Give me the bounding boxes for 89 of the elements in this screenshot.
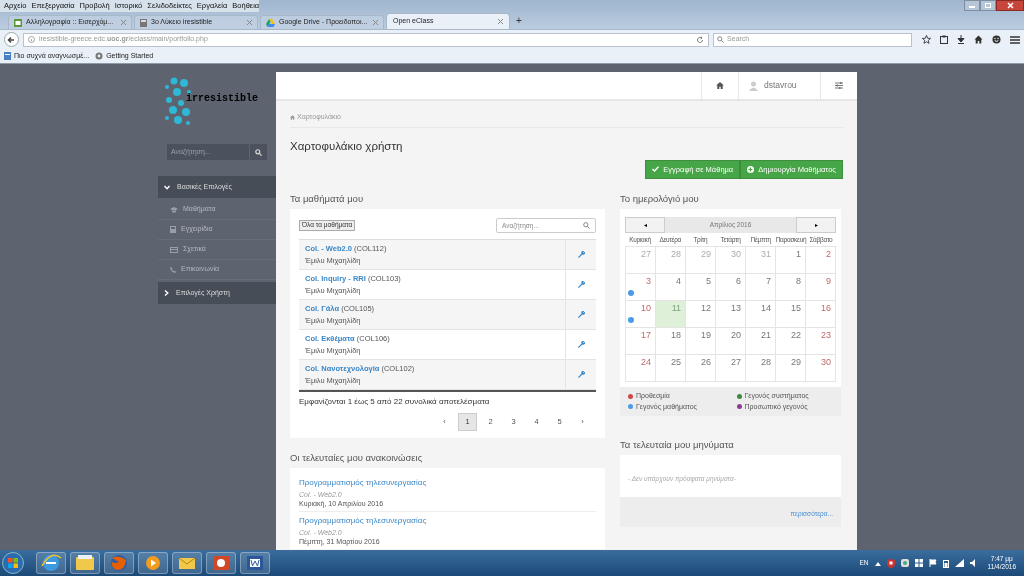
page-icon: [140, 18, 147, 27]
calendar-day[interactable]: 21: [761, 331, 771, 341]
windows-icon[interactable]: [914, 559, 923, 567]
wrench-icon[interactable]: [577, 341, 585, 348]
page-icon: [4, 52, 11, 60]
check-icon: [652, 166, 660, 173]
search-button[interactable]: [249, 144, 267, 160]
reload-icon[interactable]: [696, 35, 705, 44]
chevron-right-icon: [164, 290, 169, 296]
maximize-icon[interactable]: [980, 0, 996, 11]
calendar-day[interactable]: 23: [821, 331, 831, 341]
calendar-day[interactable]: 17: [641, 331, 651, 341]
section-heading: Τα μαθήματά μου: [290, 191, 365, 206]
calendar-day[interactable]: 11: [671, 304, 681, 314]
smiley-icon[interactable]: [992, 35, 1001, 44]
results-summary: Εμφανίζονται 1 έως 5 από 22 συνολικά αποτελέσματα: [299, 396, 491, 408]
logo-text: irresistible: [186, 91, 258, 106]
gear-icon: [95, 52, 104, 60]
flag-icon[interactable]: [928, 559, 937, 567]
calendar-day[interactable]: 26: [701, 358, 711, 368]
announcement-link[interactable]: Προγραμματισμός τηλεσυνεργασίας: [299, 515, 596, 528]
chevron-down-icon: [164, 184, 170, 190]
home-icon[interactable]: [974, 35, 983, 44]
calendar-day[interactable]: 27: [731, 358, 741, 368]
calendar-day[interactable]: 2: [826, 250, 831, 260]
calendar-day[interactable]: 18: [671, 331, 681, 341]
calendar-day[interactable]: 1: [796, 250, 801, 260]
calendar-day[interactable]: 28: [761, 358, 771, 368]
plus-circle-icon: [747, 165, 755, 173]
calendar-day[interactable]: 30: [821, 358, 831, 368]
card-icon: [170, 246, 178, 253]
speaker-icon[interactable]: [969, 559, 978, 567]
calendar-day[interactable]: 13: [731, 304, 741, 314]
calendar-day[interactable]: 29: [791, 358, 801, 368]
book-icon: [170, 226, 176, 233]
back-arrow-icon: [7, 35, 16, 44]
section-heading: Το ημερολόγιό μου: [620, 191, 700, 206]
home-icon: [290, 114, 295, 120]
close-icon[interactable]: [996, 0, 1024, 11]
calendar-day[interactable]: 4: [676, 277, 681, 287]
calendar-day[interactable]: 24: [641, 358, 651, 368]
shield-icon[interactable]: [886, 558, 895, 568]
calendar-day[interactable]: 22: [791, 331, 801, 341]
calendar-day[interactable]: 14: [761, 304, 771, 314]
battery-icon[interactable]: [942, 558, 949, 568]
phone-icon: [170, 266, 176, 273]
start-button[interactable]: [2, 552, 24, 574]
section-heading: Τα τελευταία μου μηνύματα: [620, 438, 735, 452]
mail-icon: [14, 18, 22, 27]
calendar-day[interactable]: 15: [791, 304, 801, 314]
calendar-day[interactable]: 5: [706, 277, 711, 287]
calendar-day[interactable]: 10: [641, 304, 651, 314]
search-icon: [717, 36, 725, 43]
sliders-icon: [835, 82, 843, 89]
announcement-link[interactable]: Προγραμματισμός τηλεσυνεργασίας: [299, 477, 596, 490]
wrench-icon[interactable]: [577, 281, 585, 288]
new-tab-button[interactable]: +: [516, 13, 522, 28]
search-icon: [583, 222, 590, 229]
wrench-icon[interactable]: [577, 251, 585, 258]
calendar-day[interactable]: 25: [671, 358, 681, 368]
home-icon: [716, 82, 724, 89]
drive-icon: [266, 18, 275, 27]
user-icon: [749, 80, 758, 91]
user-menu[interactable]: dstavrou: [738, 72, 820, 99]
calendar-day[interactable]: 6: [736, 277, 741, 287]
graduation-cap-icon: [170, 206, 178, 213]
section-heading: Οι τελευταίες μου ανακοινώσεις: [290, 451, 424, 465]
tray-arrow-icon[interactable]: [874, 560, 881, 566]
clipboard-icon[interactable]: [940, 35, 948, 44]
calendar-day[interactable]: 16: [821, 304, 831, 314]
calendar-day[interactable]: 19: [701, 331, 711, 341]
calendar-day[interactable]: 3: [646, 277, 651, 287]
menu-icon[interactable]: [1010, 35, 1020, 44]
minimize-icon[interactable]: [964, 0, 980, 11]
calendar-day[interactable]: 8: [796, 277, 801, 287]
search-icon: [255, 148, 262, 156]
calendar-day[interactable]: 7: [766, 277, 771, 287]
calendar-day[interactable]: 12: [701, 304, 711, 314]
page-title: Χαρτοφυλάκιο χρήστη: [290, 138, 404, 154]
calendar-day[interactable]: 9: [826, 277, 831, 287]
download-icon[interactable]: [957, 35, 965, 44]
calendar-day[interactable]: 20: [731, 331, 741, 341]
wrench-icon[interactable]: [577, 371, 585, 378]
info-icon: [27, 36, 35, 43]
back-button[interactable]: [4, 32, 19, 47]
signal-icon[interactable]: [954, 559, 964, 567]
tray-app-icon[interactable]: [900, 559, 909, 567]
star-icon[interactable]: [922, 35, 931, 44]
wrench-icon[interactable]: [577, 311, 585, 318]
